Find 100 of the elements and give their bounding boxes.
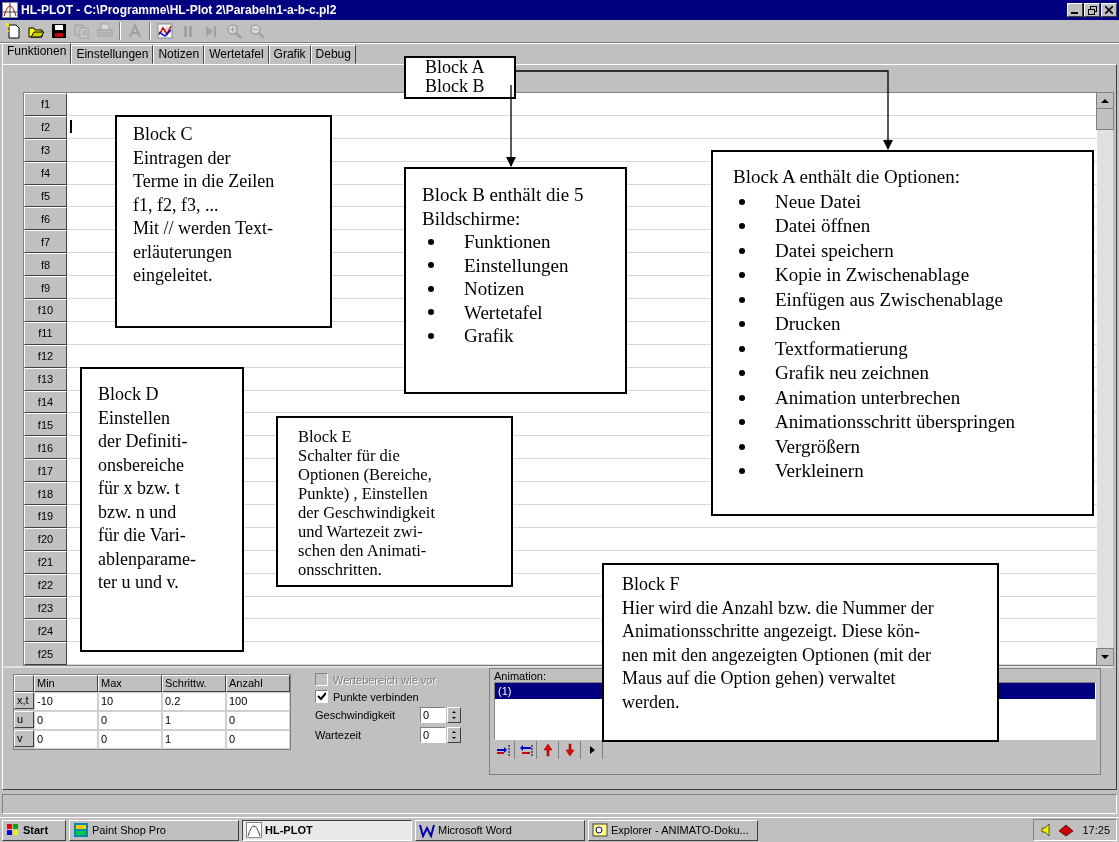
new-file-icon[interactable] <box>5 23 21 39</box>
tab[interactable]: Funktionen <box>2 43 72 64</box>
table-cell[interactable]: -10 <box>34 692 98 712</box>
table-cell[interactable]: 0.2 <box>162 692 226 712</box>
row-header: f3 <box>24 138 67 162</box>
row-header: f13 <box>24 367 67 391</box>
input-field[interactable] <box>67 93 1097 116</box>
callout-text: Block C Eintragen der Terme in die Zeilen f1, f2, f3, ... Mit // werden Text- erläuterungen eingeleitet. <box>133 123 276 287</box>
table-cell[interactable]: 0 <box>98 711 162 731</box>
number-field[interactable]: 0 <box>420 727 446 744</box>
field-label: Geschwindigkeit <box>315 709 396 722</box>
windows-logo-icon <box>6 823 20 837</box>
row-header: f19 <box>24 505 67 528</box>
row-header: f9 <box>24 276 67 299</box>
callout-text: Block E Schalter für die Optionen (Bereiche, Punkte) , Einstellen der Geschwindigkeit und Wartezeit zwi- schen den Animati- onsschritten. <box>298 427 436 579</box>
app-icon <box>592 822 608 838</box>
list-item-text: Animationsschritt überspringen <box>775 410 1016 434</box>
close-button[interactable] <box>1101 3 1117 17</box>
bullet-icon <box>739 247 745 254</box>
bullet-icon <box>739 321 745 328</box>
window-title: HL-PLOT - C:\Programme\HL-Plot 2\Parabeln1-a-b-c.pl2 <box>21 3 338 17</box>
table-cell[interactable]: 0 <box>226 711 290 731</box>
list-item-text: Animation unterbrechen <box>775 385 961 410</box>
number-field[interactable]: 0 <box>420 707 446 724</box>
list-item-text: Grafik neu zeichnen <box>775 361 930 385</box>
app-icon <box>73 822 89 838</box>
table-cell[interactable]: 10 <box>98 692 162 712</box>
arrow-down-icon[interactable] <box>562 742 578 759</box>
tab[interactable]: Grafik <box>268 45 311 64</box>
spin-buttons[interactable] <box>447 707 461 724</box>
bullet-icon <box>739 345 745 352</box>
bullet-icon <box>739 296 745 303</box>
row-header: f12 <box>24 344 67 368</box>
save-icon[interactable] <box>51 23 67 39</box>
checkbox-label: Punkte verbinden <box>333 690 419 703</box>
callout-text: Block A enthält die Optionen: <box>733 165 961 189</box>
taskbar-button[interactable]: Paint Shop Pro <box>69 819 239 841</box>
graph-icon[interactable] <box>157 23 173 39</box>
table-cell[interactable]: 0 <box>34 711 98 731</box>
scrollbar[interactable] <box>1097 93 1113 666</box>
minimize-button[interactable] <box>1067 3 1083 17</box>
row-header: f22 <box>24 573 67 597</box>
list-item-text: Einstellungen <box>464 253 569 277</box>
list-item-text: Neue Datei <box>775 189 861 214</box>
start-button[interactable]: Start <box>2 819 66 841</box>
table-cell[interactable]: 1 <box>162 711 226 731</box>
taskbar-button[interactable]: Microsoft Word <box>415 819 585 841</box>
app-icon <box>246 822 262 838</box>
table-cell[interactable]: 0 <box>34 730 98 750</box>
callout-text: Block A Block B <box>425 58 486 96</box>
callout-text: Block F Hier wird die Anzahl bzw. die Nummer der Animationsschritte angezeigt. Diese kön- nen mit den angezeigten Optionen (mit der Maus auf die Option gehen) verwaltet werden. <box>622 573 935 714</box>
list-item-text: Datei öffnen <box>775 214 871 238</box>
list-item-text: Notizen <box>464 277 525 301</box>
row-header: f8 <box>24 253 67 277</box>
taskbar-button[interactable]: Explorer - ANIMATO-Doku... <box>588 819 758 841</box>
row-header: f11 <box>24 321 67 345</box>
bullet-icon <box>739 419 745 426</box>
row-header: u <box>14 711 34 729</box>
bullet-icon <box>428 309 434 316</box>
list-item-text: Vergrößern <box>775 434 861 459</box>
list-item-text: Funktionen <box>464 230 551 254</box>
table-cell[interactable]: 100 <box>226 692 290 712</box>
column-header: Schrittw. <box>162 675 226 693</box>
list-item-text: Kopie in Zwischenablage <box>775 263 970 287</box>
list-item-text: Wertetafel <box>464 300 543 324</box>
tab[interactable]: Wertetafel <box>204 45 269 64</box>
row-header: f6 <box>24 207 67 231</box>
group-label: Animation: <box>494 670 546 683</box>
tab[interactable]: Einstellungen <box>71 45 154 64</box>
tab[interactable]: Debug <box>310 45 356 64</box>
field-label: Wartezeit <box>315 729 362 742</box>
taskbar-button[interactable]: HL-PLOT <box>242 819 412 841</box>
bullet-icon <box>739 468 745 475</box>
table-cell[interactable]: 0 <box>98 730 162 750</box>
row-header: f2 <box>24 115 67 139</box>
bullet-icon <box>739 370 745 377</box>
table-corner <box>14 675 34 693</box>
bullet-icon <box>739 443 745 450</box>
row-header: v <box>14 730 34 748</box>
row-header: f4 <box>24 161 67 185</box>
table-cell[interactable]: 1 <box>162 730 226 750</box>
close-icon[interactable] <box>1105 6 1113 14</box>
scroll-thumb[interactable] <box>1097 109 1113 129</box>
checkbox[interactable] <box>315 690 328 704</box>
insert-step-icon[interactable] <box>518 742 534 759</box>
row-header: f25 <box>24 642 67 666</box>
row-header: f1 <box>24 93 67 116</box>
row-header: f10 <box>24 299 67 322</box>
append-step-icon[interactable] <box>496 742 512 759</box>
bullet-icon <box>739 394 745 401</box>
arrow-up-icon[interactable] <box>540 742 556 759</box>
spin-buttons[interactable] <box>447 727 461 744</box>
table-cell[interactable]: 0 <box>226 730 290 750</box>
row-header: f17 <box>24 459 67 483</box>
app-icon <box>419 822 435 838</box>
tab[interactable]: Notizen <box>153 45 205 64</box>
tray-app-icon[interactable] <box>1058 822 1075 838</box>
bullet-icon <box>428 238 434 245</box>
row-header: f23 <box>24 596 67 620</box>
column-header: Max <box>98 675 162 693</box>
